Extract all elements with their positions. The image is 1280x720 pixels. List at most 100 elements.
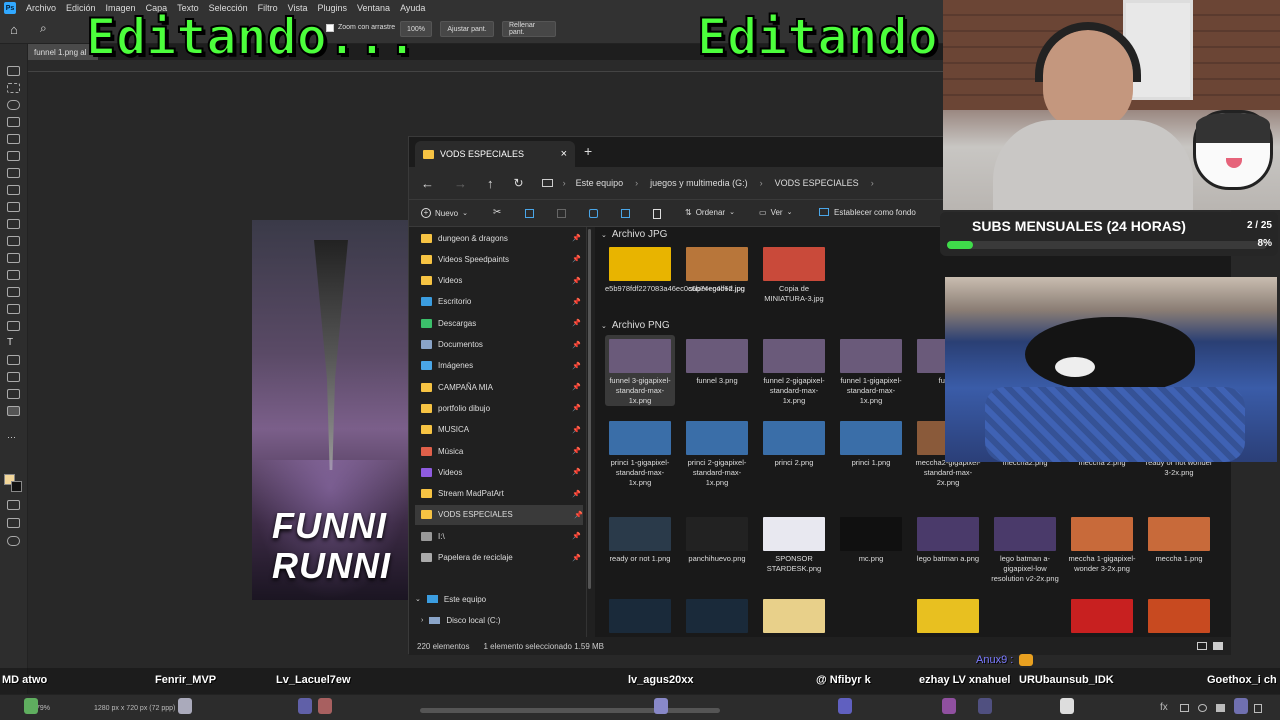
fill-screen-button[interactable]: Rellenar pant. bbox=[502, 21, 556, 37]
file-item[interactable]: funnel 3.png bbox=[682, 335, 752, 386]
pin-icon[interactable]: 📌 bbox=[572, 383, 581, 391]
pin-icon[interactable]: 📌 bbox=[572, 341, 581, 349]
brush-tool-icon[interactable] bbox=[7, 202, 20, 212]
nav-item[interactable]: Videos Speedpaints 📌 bbox=[421, 249, 581, 269]
lasso-tool-icon[interactable] bbox=[7, 100, 20, 110]
nav-item[interactable]: portfolio dibujo 📌 bbox=[421, 398, 581, 418]
nav-item[interactable]: Videos 📌 bbox=[421, 271, 581, 291]
file-item[interactable]: e5b978fdf227083a46ec0c6b74ec4c6d.jpg bbox=[605, 243, 745, 294]
pin-icon[interactable]: 📌 bbox=[572, 554, 581, 562]
file-item[interactable]: Copia de MINIATURA-3.jpg bbox=[759, 243, 829, 304]
new-button[interactable]: + Nuevo ⌄ bbox=[421, 208, 468, 218]
file-item[interactable] bbox=[605, 595, 675, 636]
group-header-png[interactable]: ⌄ Archivo PNG bbox=[601, 320, 670, 331]
refresh-icon[interactable]: ↻ bbox=[514, 176, 524, 190]
new-tab-icon[interactable]: + bbox=[584, 143, 592, 159]
nav-item[interactable]: Imágenes 📌 bbox=[421, 356, 581, 376]
nav-item[interactable]: Música 📌 bbox=[421, 441, 581, 461]
clone-stamp-tool-icon[interactable] bbox=[7, 219, 20, 229]
hand-tool-icon[interactable] bbox=[7, 389, 20, 399]
healing-brush-tool-icon[interactable] bbox=[7, 185, 20, 195]
quick-select-tool-icon[interactable] bbox=[7, 117, 20, 127]
more-tools-icon[interactable]: ··· bbox=[7, 432, 20, 442]
file-item[interactable]: funnel 1-gigapixel-standard-max-1x.png bbox=[836, 335, 906, 406]
pin-icon[interactable]: 📌 bbox=[572, 468, 581, 476]
pin-icon[interactable]: 📌 bbox=[572, 298, 581, 306]
file-item[interactable] bbox=[682, 595, 752, 636]
explorer-tab[interactable]: VODS ESPECIALES × bbox=[415, 141, 575, 167]
file-item[interactable]: princi 2-gigapixel-standard-max-1x.png bbox=[682, 417, 752, 488]
crop-tool-icon[interactable] bbox=[7, 134, 20, 144]
breadcrumb-current[interactable]: VODS ESPECIALES bbox=[775, 178, 859, 188]
details-view-icon[interactable] bbox=[1197, 642, 1207, 650]
pin-icon[interactable]: 📌 bbox=[572, 362, 581, 370]
cut-icon[interactable]: ✂ bbox=[493, 207, 501, 218]
pin-icon[interactable]: 📌 bbox=[572, 447, 581, 455]
fx-icon[interactable]: fx bbox=[1160, 702, 1168, 713]
delete-icon[interactable] bbox=[653, 209, 661, 219]
home-icon[interactable]: ⌂ bbox=[10, 22, 18, 37]
rename-icon[interactable] bbox=[589, 209, 598, 218]
nav-item[interactable]: Stream MadPatArt 📌 bbox=[421, 484, 581, 504]
zoom-level[interactable]: 79% bbox=[36, 705, 50, 712]
pin-icon[interactable]: 📌 bbox=[572, 319, 581, 327]
close-tab-icon[interactable]: × bbox=[561, 148, 567, 160]
pin-icon[interactable]: 📌 bbox=[572, 426, 581, 434]
sort-button[interactable]: ⇅ Ordenar ⌄ bbox=[685, 208, 735, 217]
breadcrumb-este-equipo[interactable]: Este equipo bbox=[576, 178, 624, 188]
file-item[interactable]: super+golf+2.jpg bbox=[682, 243, 752, 294]
file-item[interactable] bbox=[1067, 595, 1137, 636]
marquee-tool-icon[interactable] bbox=[7, 83, 20, 93]
zoom-tool-icon[interactable]: ⌕ bbox=[40, 21, 47, 36]
file-item[interactable]: lego batman a-gigapixel-low resolution v… bbox=[990, 513, 1060, 584]
zoom-tool-active-icon[interactable] bbox=[7, 406, 20, 416]
tree-item-this-pc[interactable]: ⌄ Este equipo bbox=[415, 589, 575, 609]
menu-item-archivo[interactable]: Archivo bbox=[26, 3, 56, 13]
file-item[interactable]: princi 1-gigapixel-standard-max-1x.png bbox=[605, 417, 675, 488]
pin-icon[interactable]: 📌 bbox=[572, 532, 581, 540]
nav-item[interactable]: Escritorio 📌 bbox=[421, 292, 581, 312]
screen-mode-icon[interactable] bbox=[7, 518, 20, 528]
pin-icon[interactable]: 📌 bbox=[574, 511, 583, 519]
nav-item[interactable]: VODS ESPECIALES 📌 bbox=[415, 504, 583, 525]
path-select-tool-icon[interactable] bbox=[7, 355, 20, 365]
trash-icon[interactable] bbox=[1254, 704, 1262, 713]
file-item[interactable]: meccha 1-gigapixel-wonder 3-2x.png bbox=[1067, 513, 1137, 574]
nav-item[interactable]: CAMPAÑA MIA 📌 bbox=[421, 377, 581, 397]
copy-icon[interactable] bbox=[525, 209, 534, 218]
folder-layer-icon[interactable] bbox=[1216, 704, 1225, 712]
file-item[interactable]: ready or not 1.png bbox=[605, 513, 675, 564]
pin-icon[interactable]: 📌 bbox=[572, 255, 581, 263]
fit-screen-button[interactable]: Ajustar pant. bbox=[440, 21, 494, 37]
pin-icon[interactable]: 📌 bbox=[572, 404, 581, 412]
file-item[interactable] bbox=[913, 595, 983, 636]
file-item[interactable] bbox=[759, 595, 829, 636]
pen-tool-icon[interactable] bbox=[7, 321, 20, 331]
generative-icon[interactable] bbox=[7, 536, 20, 546]
eraser-tool-icon[interactable] bbox=[7, 253, 20, 263]
nav-item[interactable]: Videos 📌 bbox=[421, 462, 581, 482]
type-tool-icon[interactable]: T bbox=[7, 338, 20, 348]
mask-icon[interactable] bbox=[1180, 704, 1189, 712]
document-canvas[interactable]: FUNNI RUNNI bbox=[252, 220, 408, 600]
up-arrow-icon[interactable]: ↑ bbox=[487, 176, 494, 191]
share-icon[interactable] bbox=[621, 209, 630, 218]
tree-item-local-disk[interactable]: › Disco local (C:) bbox=[421, 610, 581, 630]
paste-icon[interactable] bbox=[557, 209, 566, 218]
blur-tool-icon[interactable] bbox=[7, 287, 20, 297]
move-tool-icon[interactable] bbox=[7, 66, 20, 76]
file-item[interactable]: funnel 2-gigapixel-standard-max-1x.png bbox=[759, 335, 829, 406]
nav-item[interactable]: dungeon & dragons 📌 bbox=[421, 228, 581, 248]
forward-arrow-icon[interactable]: → bbox=[454, 176, 467, 191]
adjustment-icon[interactable] bbox=[1198, 704, 1207, 712]
group-header-jpg[interactable]: ⌄ Archivo JPG bbox=[601, 229, 667, 240]
file-item[interactable]: panchihuevo.png bbox=[682, 513, 752, 564]
back-arrow-icon[interactable]: ← bbox=[421, 176, 434, 191]
dodge-tool-icon[interactable] bbox=[7, 304, 20, 314]
file-item[interactable]: SPONSOR STARDESK.png bbox=[759, 513, 829, 574]
nav-item[interactable]: Descargas 📌 bbox=[421, 313, 581, 333]
pin-icon[interactable]: 📌 bbox=[572, 234, 581, 242]
pin-icon[interactable]: 📌 bbox=[572, 277, 581, 285]
breadcrumb-drive[interactable]: juegos y multimedia (G:) bbox=[650, 178, 748, 188]
horizontal-scrollbar[interactable] bbox=[420, 708, 720, 713]
